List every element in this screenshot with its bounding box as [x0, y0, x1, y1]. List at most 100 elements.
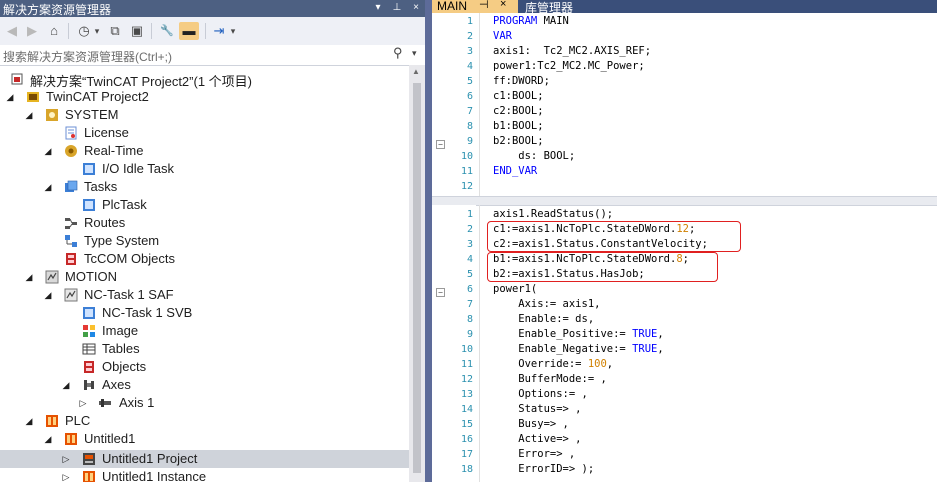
expand-arrow-icon[interactable]: ◢	[24, 106, 34, 124]
tree-item-plctask[interactable]: PlcTask	[0, 196, 409, 214]
tree-item-objects[interactable]: Objects	[0, 358, 409, 376]
code-line: b2:BOOL;	[493, 135, 544, 147]
collapse-all-icon[interactable]: ▬	[179, 22, 199, 40]
objects-icon	[84, 361, 94, 373]
search-box[interactable]: 搜索解决方案资源管理器(Ctrl+;) ⚲ ▾	[0, 45, 425, 66]
tree-item-tccom-objects[interactable]: TcCOM Objects	[0, 250, 409, 268]
explorer-scrollbar[interactable]: ▲	[409, 65, 425, 482]
implementation-editor[interactable]: 1 2 3 4 5 6 7 8 9 10 11 12 13 14 15 16 1…	[432, 205, 937, 482]
line-number: 11	[460, 359, 473, 370]
code-line: power1:Tc2_MC2.MC_Power;	[493, 60, 645, 72]
expand-arrow-icon[interactable]: ▷	[61, 450, 71, 468]
system-icon	[46, 109, 58, 121]
tree-item-real-time[interactable]: ◢ Real-Time	[0, 142, 409, 160]
explorer-title-bar: 解决方案资源管理器 ▾ ⊥ ×	[0, 0, 425, 17]
scroll-up-icon[interactable]: ▲	[412, 67, 420, 76]
wrench-icon[interactable]: 🔧	[158, 22, 176, 40]
tree-item-nc-task-saf[interactable]: ◢ NC-Task 1 SAF	[0, 286, 409, 304]
tree-item-tables[interactable]: Tables	[0, 340, 409, 358]
tree-item-tasks[interactable]: ◢ Tasks	[0, 178, 409, 196]
expand-arrow-icon[interactable]: ◢	[43, 178, 53, 196]
window-position-dropdown-icon[interactable]: ▾	[371, 0, 385, 16]
tree-item-license[interactable]: License	[0, 124, 409, 142]
fold-toggle-icon[interactable]: −	[436, 140, 445, 149]
search-input[interactable]: 搜索解决方案资源管理器(Ctrl+;)	[3, 48, 172, 65]
tab-pin-icon[interactable]: ⊣	[479, 0, 489, 11]
motion-icon	[45, 270, 59, 284]
search-dropdown-icon[interactable]: ▾	[412, 48, 417, 59]
tree-item-label: Axis 1	[119, 395, 155, 410]
sync-icon[interactable]: ⧉	[106, 22, 124, 40]
axes-icon	[84, 380, 94, 390]
plc-project-icon	[65, 433, 77, 445]
axis-icon	[99, 399, 111, 407]
expand-arrow-icon[interactable]: ◢	[43, 142, 53, 160]
code-line: PROGRAM MAIN	[493, 15, 569, 27]
pin-icon[interactable]: ⇥	[211, 22, 227, 40]
scrollbar-thumb[interactable]	[413, 83, 421, 473]
expand-arrow-icon[interactable]: ◢	[24, 268, 34, 286]
code-line: Enable_Negative:= TRUE,	[493, 343, 664, 355]
tab-main[interactable]: MAIN ⊣ ×	[432, 0, 518, 13]
expand-arrow-icon[interactable]: ▷	[61, 468, 71, 482]
back-icon[interactable]: ◀	[4, 22, 20, 40]
tab-close-icon[interactable]: ×	[500, 0, 506, 10]
tree-item-system[interactable]: ◢ SYSTEM	[0, 106, 409, 124]
expand-arrow-icon[interactable]: ◢	[24, 412, 34, 430]
expand-arrow-icon[interactable]: ▷	[78, 394, 88, 412]
tree-item-label: Untitled1 Project	[102, 451, 198, 466]
tree-item-plc[interactable]: ◢ PLC	[0, 412, 409, 430]
type-system-icon	[65, 235, 77, 247]
tree-item-image[interactable]: Image	[0, 322, 409, 340]
code-line: VAR	[493, 30, 512, 42]
line-number: 8	[466, 121, 473, 132]
declaration-editor[interactable]: 1 2 3 4 5 6 7 8 9 10 11 12 − PROGRAM MAI…	[432, 13, 937, 196]
search-icon[interactable]: ⚲	[393, 45, 403, 61]
line-number: 10	[460, 151, 473, 162]
fold-toggle-icon[interactable]: −	[436, 288, 445, 297]
project-icon	[27, 92, 39, 102]
line-number: 14	[460, 404, 473, 415]
tree-item-nc-task-svb[interactable]: NC-Task 1 SVB	[0, 304, 409, 322]
tree-item-twincat-project[interactable]: ◢ TwinCAT Project2	[0, 88, 409, 106]
tables-icon	[82, 343, 96, 355]
panel-splitter[interactable]	[425, 0, 432, 482]
expand-arrow-icon[interactable]: ◢	[43, 286, 53, 304]
tree-item-solution[interactable]: 解决方案“TwinCAT Project2”(1 个项目)	[0, 70, 409, 89]
history-dropdown-icon[interactable]: ▾	[92, 22, 102, 40]
tree-item-label: I/O Idle Task	[102, 161, 175, 176]
tree-item-routes[interactable]: Routes	[0, 214, 409, 232]
properties-icon[interactable]: ▣	[128, 22, 146, 40]
code-line: Override:= 100,	[493, 358, 614, 370]
expand-arrow-icon[interactable]: ◢	[43, 430, 53, 448]
tree-item-axes[interactable]: ◢ Axes	[0, 376, 409, 394]
history-icon[interactable]: ◷	[76, 22, 92, 40]
pin-panel-icon[interactable]: ⊥	[390, 0, 404, 16]
code-line: BufferMode:= ,	[493, 373, 607, 385]
tree-item-axis-1[interactable]: ▷ Axis 1	[0, 394, 409, 412]
routes-icon	[65, 218, 77, 229]
tree-item-untitled1-project[interactable]: ▷ Untitled1 Project	[0, 450, 409, 468]
solution-tree: 解决方案“TwinCAT Project2”(1 个项目) ◢ TwinCAT …	[0, 70, 409, 482]
gutter-separator	[479, 13, 480, 196]
tree-item-untitled1-instance[interactable]: ▷ Untitled1 Instance	[0, 468, 409, 482]
line-number: 6	[466, 91, 473, 102]
code-line: Enable:= ds,	[493, 313, 595, 325]
line-number: 1	[466, 209, 473, 220]
tasks-icon	[65, 180, 78, 192]
line-number: 1	[466, 16, 473, 27]
forward-icon[interactable]: ▶	[24, 22, 40, 40]
home-icon[interactable]: ⌂	[45, 22, 63, 40]
tree-item-label: Tasks	[84, 179, 118, 194]
license-icon	[65, 126, 77, 140]
expand-arrow-icon[interactable]: ◢	[5, 88, 15, 106]
expand-arrow-icon[interactable]: ◢	[61, 376, 71, 394]
tree-item-untitled1[interactable]: ◢ Untitled1	[0, 430, 409, 448]
line-number: 4	[466, 61, 473, 72]
tree-item-type-system[interactable]: Type System	[0, 232, 409, 250]
code-line: Axis:= axis1,	[493, 298, 601, 310]
close-panel-icon[interactable]: ×	[409, 0, 423, 16]
tree-item-motion[interactable]: ◢ MOTION	[0, 268, 409, 286]
tree-item-io-idle-task[interactable]: I/O Idle Task	[0, 160, 409, 178]
pin-dropdown-icon[interactable]: ▾	[228, 22, 238, 40]
